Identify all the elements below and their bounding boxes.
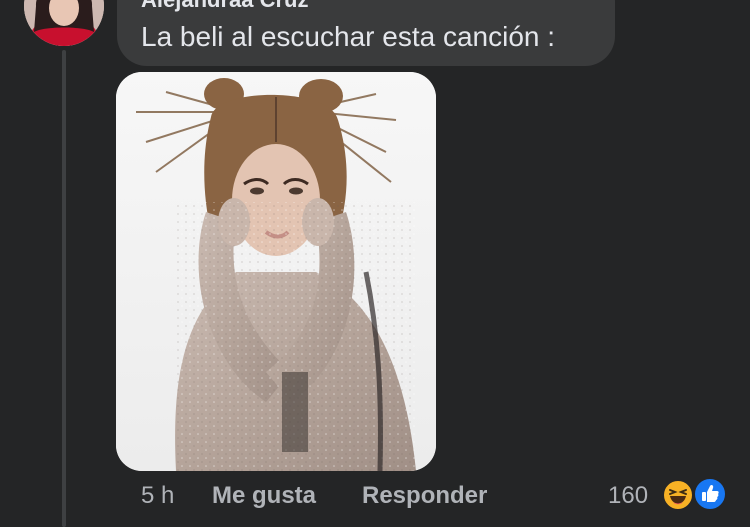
avatar[interactable] bbox=[24, 0, 104, 46]
comment-thread: Alejandraa Cruz La beli al escuchar esta… bbox=[0, 0, 750, 527]
comment-timestamp[interactable]: 5 h bbox=[141, 482, 174, 510]
reply-button[interactable]: Responder bbox=[362, 482, 487, 510]
thread-line bbox=[62, 50, 66, 527]
avatar-image bbox=[24, 0, 104, 46]
like-button[interactable]: Me gusta bbox=[212, 482, 316, 510]
comment-text: La beli al escuchar esta canción : bbox=[141, 21, 556, 52]
comment-author[interactable]: Alejandraa Cruz bbox=[141, 0, 309, 13]
photo-image bbox=[116, 72, 436, 471]
comment-photo[interactable] bbox=[116, 72, 436, 471]
reaction-count[interactable]: 160 bbox=[608, 482, 648, 510]
like-reaction-icon[interactable] bbox=[693, 477, 727, 511]
haha-reaction-icon[interactable] bbox=[662, 479, 694, 511]
